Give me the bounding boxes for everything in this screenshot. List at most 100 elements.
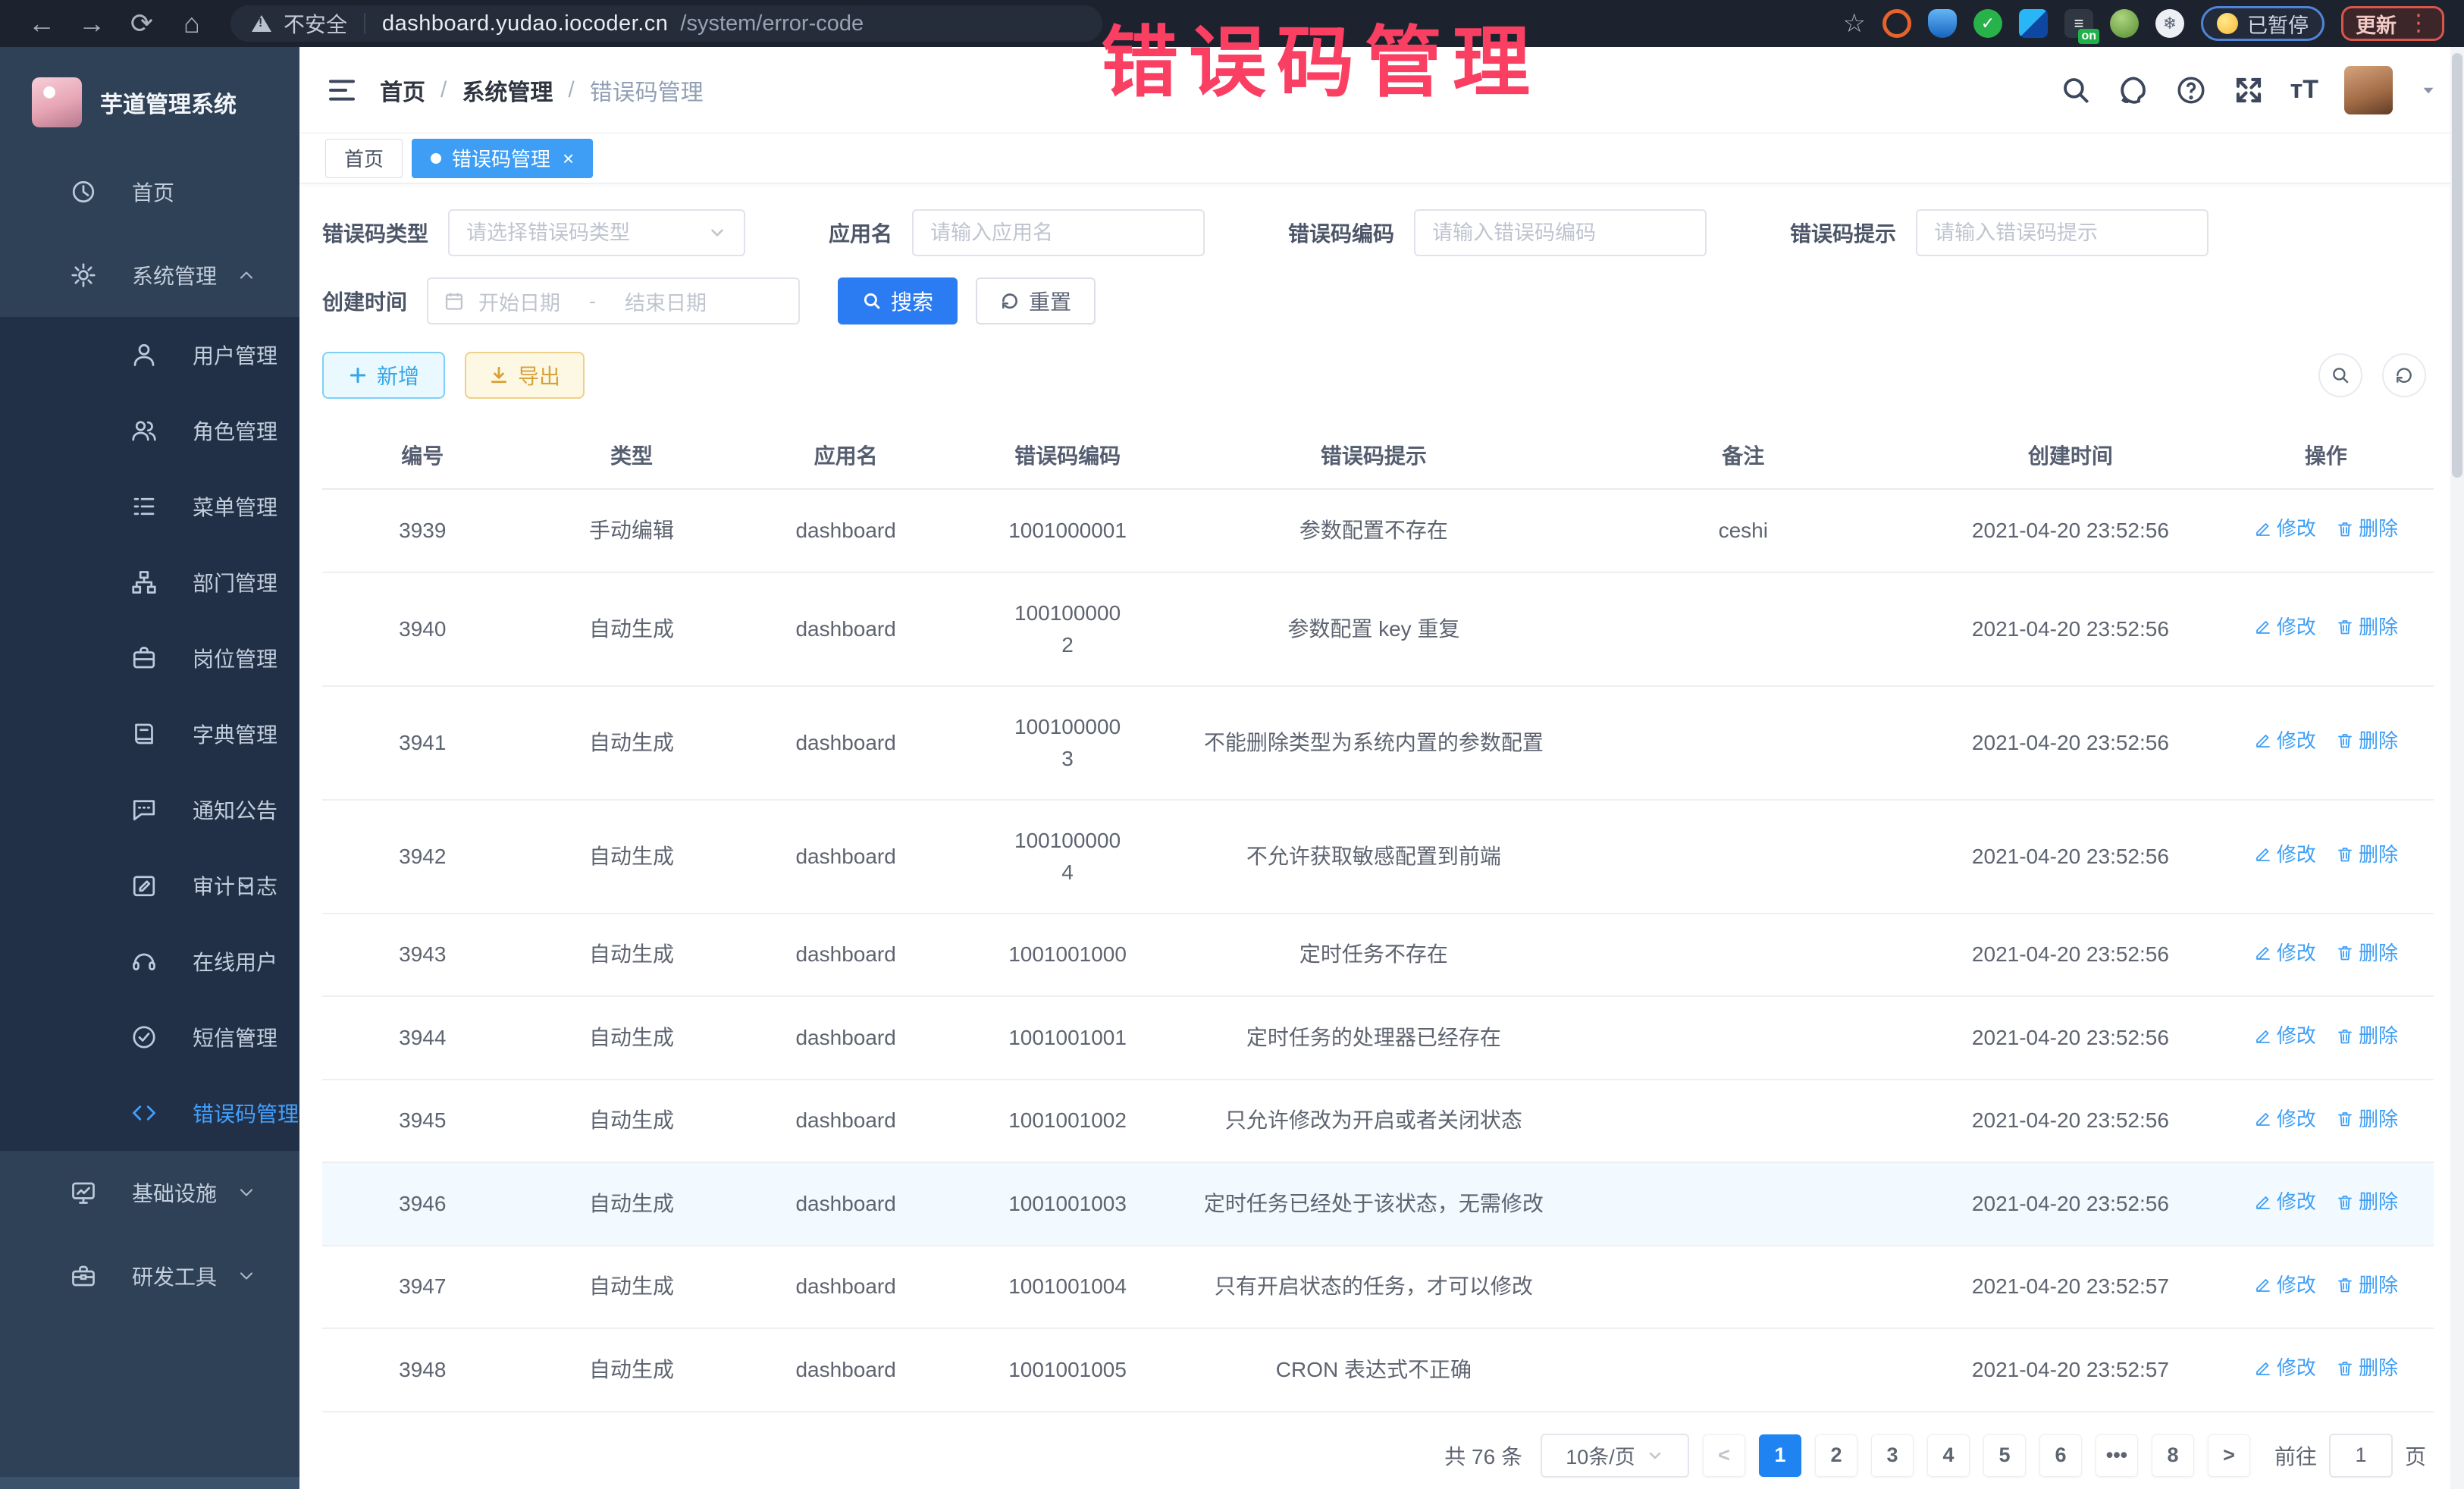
- delete-link[interactable]: 删除: [2336, 1353, 2398, 1383]
- sidebar-item-org-tree[interactable]: 部门管理: [0, 544, 299, 620]
- search-button[interactable]: 搜索: [838, 277, 958, 324]
- user-avatar[interactable]: [2344, 66, 2393, 114]
- browser-reload-icon[interactable]: ⟳: [120, 6, 164, 41]
- page-button-2[interactable]: 2: [1815, 1434, 1857, 1477]
- delete-link[interactable]: 删除: [2336, 726, 2398, 756]
- browser-home-icon[interactable]: ⌂: [170, 6, 214, 41]
- extension-icon-2[interactable]: [1928, 9, 1957, 38]
- page-button-4[interactable]: 4: [1927, 1434, 1970, 1477]
- add-button[interactable]: 新增: [322, 352, 445, 399]
- error-msg-input[interactable]: [1934, 221, 2190, 245]
- row-actions: 修改删除: [2218, 1162, 2434, 1246]
- app-name-input[interactable]: [930, 221, 1187, 245]
- prev-page-button[interactable]: <: [1703, 1434, 1745, 1477]
- extension-icon-5[interactable]: ≡on: [2064, 9, 2093, 38]
- error-code-input[interactable]: [1432, 221, 1688, 245]
- export-button[interactable]: 导出: [465, 352, 585, 399]
- error-msg-field[interactable]: [1916, 209, 2209, 256]
- reset-button[interactable]: 重置: [976, 277, 1096, 324]
- page-button-5[interactable]: 5: [1983, 1434, 2026, 1477]
- browser-back-icon[interactable]: ←: [20, 6, 64, 41]
- extension-icon-4[interactable]: [2019, 9, 2048, 38]
- sidebar-collapse-bar[interactable]: [0, 1477, 299, 1489]
- hamburger-icon[interactable]: [325, 75, 359, 105]
- browser-forward-icon[interactable]: →: [70, 6, 114, 41]
- address-bar[interactable]: 不安全 dashboard.yudao.iocoder.cn/system/er…: [230, 5, 1102, 42]
- sidebar-item-announcement[interactable]: 通知公告: [0, 772, 299, 848]
- app-name-field[interactable]: [912, 209, 1205, 256]
- fullscreen-icon[interactable]: [2233, 74, 2265, 106]
- delete-link[interactable]: 删除: [2336, 1187, 2398, 1217]
- sidebar-item-users[interactable]: 角色管理: [0, 393, 299, 469]
- user-menu-caret-icon[interactable]: [2419, 80, 2438, 100]
- edit-link[interactable]: 修改: [2254, 613, 2316, 642]
- sidebar-item-menu-list[interactable]: 菜单管理: [0, 469, 299, 544]
- end-date-placeholder[interactable]: 结束日期: [625, 287, 707, 316]
- scrollbar-thumb[interactable]: [2452, 53, 2462, 478]
- edit-link[interactable]: 修改: [2254, 1271, 2316, 1300]
- sidebar-item-post-badge[interactable]: 岗位管理: [0, 620, 299, 696]
- date-range-picker[interactable]: 开始日期 - 结束日期: [427, 277, 800, 324]
- delete-link[interactable]: 删除: [2336, 1271, 2398, 1300]
- extension-icon-1[interactable]: [1882, 9, 1911, 38]
- page-scrollbar[interactable]: [2450, 47, 2464, 1489]
- extension-icon-6[interactable]: [2110, 9, 2139, 38]
- more-pages-button[interactable]: •••: [2096, 1434, 2138, 1477]
- next-page-button[interactable]: >: [2208, 1434, 2250, 1477]
- delete-link[interactable]: 删除: [2336, 840, 2398, 870]
- sidebar-item-gear[interactable]: 系统管理: [0, 234, 299, 317]
- profile-paused-chip[interactable]: 已暂停: [2201, 6, 2324, 41]
- sidebar-item-dictionary[interactable]: 字典管理: [0, 696, 299, 772]
- app-logo-row[interactable]: 芋道管理系统: [0, 47, 299, 150]
- edit-link[interactable]: 修改: [2254, 1021, 2316, 1051]
- edit-link[interactable]: 修改: [2254, 840, 2316, 870]
- sidebar-item-dashboard[interactable]: 首页: [0, 150, 299, 234]
- delete-link[interactable]: 删除: [2336, 613, 2398, 642]
- delete-link[interactable]: 删除: [2336, 1105, 2398, 1134]
- goto-page-input[interactable]: [2329, 1434, 2393, 1478]
- view-tab-首页[interactable]: 首页: [325, 139, 403, 178]
- error-type-select[interactable]: [448, 209, 745, 256]
- page-size-select[interactable]: 10条/页: [1541, 1434, 1689, 1478]
- edit-link[interactable]: 修改: [2254, 939, 2316, 968]
- sidebar-item-infrastructure[interactable]: 基础设施: [0, 1151, 299, 1234]
- toggle-search-button[interactable]: [2318, 353, 2362, 397]
- extension-icon-3[interactable]: ✓: [1973, 9, 2002, 38]
- browser-menu-icon[interactable]: ⋮: [2407, 12, 2430, 35]
- delete-link[interactable]: 删除: [2336, 1021, 2398, 1051]
- edit-link[interactable]: 修改: [2254, 514, 2316, 544]
- edit-link[interactable]: 修改: [2254, 1353, 2316, 1383]
- github-icon[interactable]: [2118, 74, 2149, 106]
- sidebar-item-audit-log[interactable]: 审计日志: [0, 848, 299, 923]
- start-date-placeholder[interactable]: 开始日期: [478, 287, 560, 316]
- error-type-select-input[interactable]: [466, 221, 707, 245]
- delete-link[interactable]: 删除: [2336, 514, 2398, 544]
- page-button-3[interactable]: 3: [1871, 1434, 1914, 1477]
- error-code-field[interactable]: [1414, 209, 1707, 256]
- sidebar-item-sms-check[interactable]: 短信管理: [0, 999, 299, 1075]
- column-header: 错误码编码: [951, 423, 1183, 489]
- sidebar-item-code[interactable]: 错误码管理: [0, 1075, 299, 1151]
- sidebar-item-user[interactable]: 用户管理: [0, 317, 299, 393]
- close-tab-icon[interactable]: ×: [563, 149, 574, 168]
- edit-link[interactable]: 修改: [2254, 726, 2316, 756]
- refresh-button[interactable]: [2382, 353, 2426, 397]
- font-size-icon[interactable]: тT: [2290, 75, 2318, 105]
- row-message: 只允许修改为开启或者关闭状态: [1183, 1080, 1563, 1163]
- browser-update-button[interactable]: 更新 ⋮: [2341, 6, 2444, 41]
- bookmark-star-icon[interactable]: ☆: [1843, 8, 1866, 39]
- page-button-6[interactable]: 6: [2039, 1434, 2082, 1477]
- edit-link[interactable]: 修改: [2254, 1105, 2316, 1134]
- view-tab-错误码管理[interactable]: 错误码管理×: [412, 139, 593, 178]
- search-icon[interactable]: [2060, 74, 2092, 106]
- page-button-8[interactable]: 8: [2152, 1434, 2194, 1477]
- page-button-1[interactable]: 1: [1759, 1434, 1801, 1477]
- breadcrumb-item[interactable]: 首页: [380, 74, 425, 107]
- sidebar-item-online-user[interactable]: 在线用户: [0, 923, 299, 999]
- breadcrumb-item[interactable]: 系统管理: [462, 74, 553, 107]
- edit-link[interactable]: 修改: [2254, 1187, 2316, 1217]
- sidebar-item-dev-tools[interactable]: 研发工具: [0, 1234, 299, 1318]
- extension-icon-7[interactable]: ❄: [2155, 9, 2184, 38]
- delete-link[interactable]: 删除: [2336, 939, 2398, 968]
- help-icon[interactable]: [2175, 74, 2207, 106]
